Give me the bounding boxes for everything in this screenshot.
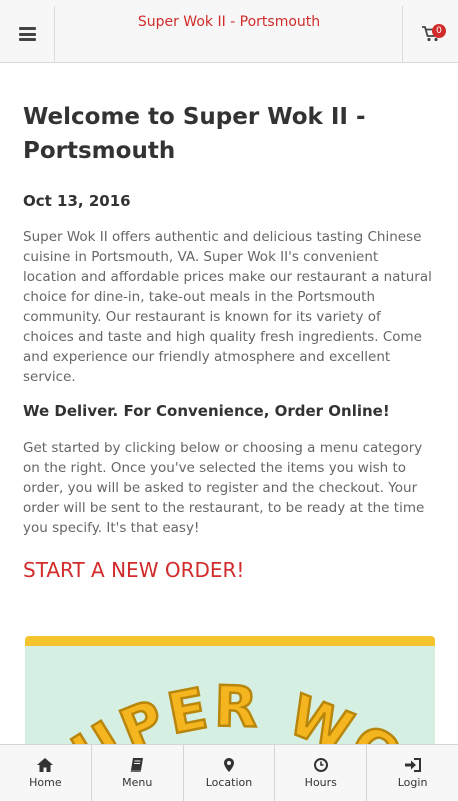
cart-button[interactable]: 0 [402,6,458,62]
start-new-order-link[interactable]: START A NEW ORDER! [23,558,435,582]
nav-login[interactable]: Login [367,745,458,801]
main-content: Welcome to Super Wok II - Portsmouth Oct… [23,100,435,582]
clock-icon [313,757,328,772]
nav-menu[interactable]: Menu [92,745,184,801]
logo-art: UPER WO [60,673,414,756]
login-icon [404,757,421,772]
nav-location-label: Location [205,775,253,789]
promo-banner: UPER WO [25,636,435,756]
instructions-paragraph: Get started by clicking below or choosin… [23,440,425,536]
banner-image: UPER WO [25,646,435,756]
nav-hours[interactable]: Hours [275,745,368,801]
cart-count-badge: 0 [432,24,446,38]
delivery-heading: We Deliver. For Convenience, Order Onlin… [23,402,390,420]
menu-button[interactable] [0,6,55,62]
nav-hours-label: Hours [304,775,337,789]
bottom-navigation: Home Menu Location Hours Login [0,744,458,801]
nav-menu-label: Menu [122,775,153,789]
nav-home[interactable]: Home [0,745,92,801]
restaurant-title[interactable]: Super Wok II - Portsmouth [60,14,398,30]
book-icon [130,757,144,772]
home-icon [37,757,54,772]
map-marker-icon [223,757,234,772]
hamburger-icon [18,27,36,41]
app-header: Super Wok II - Portsmouth 0 [0,0,458,63]
nav-location[interactable]: Location [184,745,276,801]
nav-login-label: Login [397,775,428,789]
intro-paragraph: Super Wok II offers authentic and delici… [23,229,432,385]
page-title: Welcome to Super Wok II - Portsmouth [23,104,366,164]
post-date: Oct 13, 2016 [23,192,131,210]
nav-home-label: Home [29,775,62,789]
